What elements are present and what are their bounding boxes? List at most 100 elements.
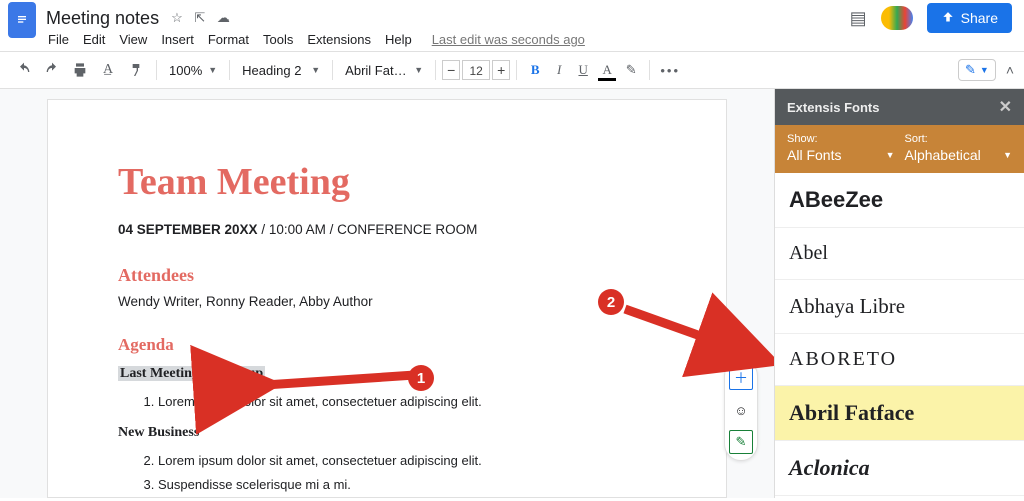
zoom-value: 100% (169, 63, 202, 78)
show-value: All Fonts (787, 147, 841, 163)
separator (649, 60, 650, 80)
show-label: Show: (787, 133, 895, 145)
move-icon[interactable]: ⇱ (194, 10, 205, 25)
document-title[interactable]: Meeting notes (46, 8, 159, 29)
font-family-select[interactable]: Abril Fatface ▼ (339, 63, 429, 78)
font-value: Abril Fatface (345, 63, 408, 78)
annotation-badge-2: 2 (598, 289, 624, 315)
decrease-font-button[interactable]: − (442, 60, 460, 80)
caret-down-icon: ▼ (1003, 150, 1012, 160)
document-canvas[interactable]: Team Meeting 04 SEPTEMBER 20XX / 10:00 A… (0, 89, 774, 498)
style-value: Heading 2 (242, 63, 301, 78)
text-color-button[interactable]: A (595, 58, 619, 82)
sort-value: Alphabetical (905, 147, 981, 163)
comments-icon[interactable]: ▤ (850, 8, 867, 29)
spellcheck-icon[interactable]: A̲ (98, 58, 118, 82)
ordered-list-2[interactable]: Lorem ipsum dolor sit amet, consectetuer… (158, 449, 656, 498)
caret-down-icon: ▼ (208, 65, 217, 75)
close-icon[interactable]: ✕ (999, 97, 1012, 117)
emoji-reaction-icon[interactable]: ☺ (729, 398, 753, 422)
separator (156, 60, 157, 80)
page: Team Meeting 04 SEPTEMBER 20XX / 10:00 A… (47, 99, 727, 498)
title-bar: Meeting notes ☆ ⇱ ☁ ▤ Share (0, 0, 1024, 32)
extensis-fonts-panel: Extensis Fonts ✕ Show: All Fonts ▼ Sort: … (774, 89, 1024, 498)
separator (435, 60, 436, 80)
share-label: Share (961, 10, 998, 26)
list-item[interactable]: Suspendisse scelerisque mi a mi. (158, 473, 656, 498)
paint-format-icon[interactable] (126, 58, 146, 82)
meet-icon[interactable] (881, 6, 913, 30)
menu-format[interactable]: Format (208, 32, 249, 47)
ext-filter-bar: Show: All Fonts ▼ Sort: Alphabetical ▼ (775, 125, 1024, 173)
ordered-list-1[interactable]: Lorem ipsum dolor sit amet, consectetuer… (158, 390, 656, 415)
doc-date-line[interactable]: 04 SEPTEMBER 20XX / 10:00 AM / CONFERENC… (118, 222, 656, 237)
caret-down-icon: ▼ (414, 65, 423, 75)
last-edit-link[interactable]: Last edit was seconds ago (432, 32, 585, 47)
pen-icon: ✎ (965, 62, 976, 78)
font-size-input[interactable]: 12 (462, 60, 490, 80)
add-comment-icon[interactable]: ＋ (729, 366, 753, 390)
italic-button[interactable]: I (547, 58, 571, 82)
undo-icon[interactable] (14, 58, 34, 82)
show-filter[interactable]: Show: All Fonts ▼ (787, 133, 895, 163)
font-item-abel[interactable]: Abel (775, 228, 1024, 280)
agenda-heading[interactable]: Agenda (118, 335, 656, 355)
list-item[interactable]: Lorem ipsum dolor sit amet, consectetuer… (158, 390, 656, 415)
caret-down-icon: ▼ (311, 65, 320, 75)
doc-heading-title[interactable]: Team Meeting (118, 160, 656, 204)
editing-mode-select[interactable]: ✎▼ (958, 59, 996, 81)
annotation-badge-1: 1 (408, 365, 434, 391)
more-tools-icon[interactable]: ••• (660, 58, 680, 82)
ext-panel-header: Extensis Fonts ✕ (775, 89, 1024, 125)
share-button[interactable]: Share (927, 3, 1012, 33)
body-area: Team Meeting 04 SEPTEMBER 20XX / 10:00 A… (0, 89, 1024, 498)
font-item-abril-fatface[interactable]: Abril Fatface (775, 386, 1024, 441)
attendees-text[interactable]: Wendy Writer, Ronny Reader, Abby Author (118, 294, 656, 309)
docs-app-icon[interactable] (8, 2, 36, 38)
redo-icon[interactable] (42, 58, 62, 82)
collapse-toolbar-icon[interactable]: ˄ (1006, 62, 1014, 78)
caret-down-icon: ▼ (886, 150, 895, 160)
menu-tools[interactable]: Tools (263, 32, 293, 47)
font-item-aboreto[interactable]: ABORETO (775, 334, 1024, 386)
sort-label: Sort: (905, 133, 1013, 145)
suggest-edit-icon[interactable]: ✎ (729, 430, 753, 454)
menu-insert[interactable]: Insert (161, 32, 194, 47)
cloud-status-icon[interactable]: ☁ (217, 10, 230, 25)
sort-filter[interactable]: Sort: Alphabetical ▼ (905, 133, 1013, 163)
paragraph-style-select[interactable]: Heading 2 ▼ (236, 63, 326, 78)
star-icon[interactable]: ☆ (171, 10, 183, 25)
menu-edit[interactable]: Edit (83, 32, 105, 47)
separator (229, 60, 230, 80)
separator (516, 60, 517, 80)
bold-button[interactable]: B (523, 58, 547, 82)
font-list[interactable]: ABeeZee Abel Abhaya Libre ABORETO Abril … (775, 173, 1024, 498)
date-bold: 04 SEPTEMBER 20XX (118, 222, 258, 237)
subheading-new-business[interactable]: New Business (118, 425, 656, 441)
menu-bar: File Edit View Insert Format Tools Exten… (0, 32, 1024, 51)
font-size-stepper: − 12 + (442, 60, 510, 80)
attendees-heading[interactable]: Attendees (118, 265, 656, 286)
menu-help[interactable]: Help (385, 32, 412, 47)
toolbar: A̲ 100% ▼ Heading 2 ▼ Abril Fatface ▼ − 12 … (0, 51, 1024, 89)
print-icon[interactable] (70, 58, 90, 82)
menu-view[interactable]: View (119, 32, 147, 47)
increase-font-button[interactable]: + (492, 60, 510, 80)
highlight-button[interactable]: ✎ (619, 58, 643, 82)
caret-down-icon: ▼ (980, 65, 989, 75)
list-item[interactable]: Lorem ipsum dolor sit amet, consectetuer… (158, 449, 656, 474)
underline-button[interactable]: U (571, 58, 595, 82)
menu-extensions[interactable]: Extensions (307, 32, 371, 47)
font-item-abeezee[interactable]: ABeeZee (775, 173, 1024, 228)
separator (332, 60, 333, 80)
ext-title: Extensis Fonts (787, 100, 879, 115)
subheading-last-meeting[interactable]: Last Meeting Follow-up (118, 366, 265, 381)
zoom-select[interactable]: 100% ▼ (163, 63, 223, 78)
date-rest: / 10:00 AM / CONFERENCE ROOM (258, 222, 478, 237)
font-item-aclonica[interactable]: Aclonica (775, 441, 1024, 496)
font-item-abhaya-libre[interactable]: Abhaya Libre (775, 280, 1024, 334)
font-item-acme[interactable]: Acme (775, 496, 1024, 498)
menu-file[interactable]: File (48, 32, 69, 47)
side-floating-toolbar: ＋ ☺ ✎ (724, 359, 758, 461)
title-action-icons: ☆ ⇱ ☁ (167, 10, 234, 26)
